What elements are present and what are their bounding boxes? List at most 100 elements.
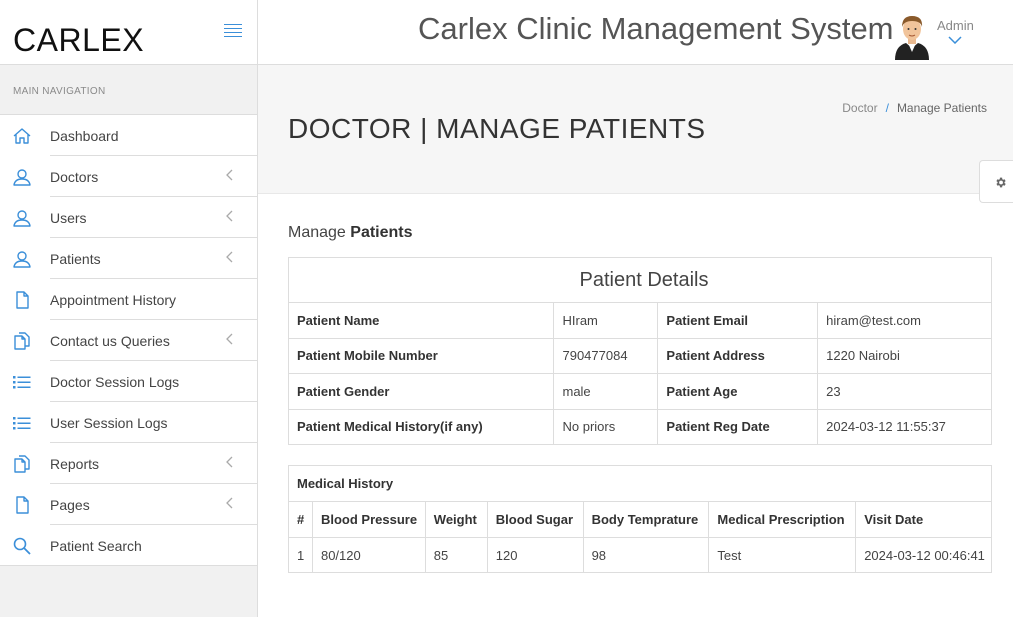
breadcrumb-current: Manage Patients	[896, 101, 987, 115]
field-label: Patient Age	[657, 373, 819, 410]
sidebar-item-reports[interactable]: Reports	[0, 443, 257, 484]
sidebar-item-doctor-session-logs[interactable]: Doctor Session Logs	[0, 361, 257, 402]
column-header: Visit Date	[855, 501, 992, 538]
field-label: Patient Mobile Number	[287, 337, 555, 374]
table-row: Patient Medical History(if any) No priors…	[287, 408, 992, 445]
patient-details-table: Patient Details Patient Name HIram Patient…	[287, 257, 992, 445]
sidebar-item-dashboard[interactable]: Dashboard	[0, 115, 257, 156]
files-icon	[12, 331, 32, 351]
field-value: male	[553, 373, 659, 410]
field-label: Patient Reg Date	[657, 408, 819, 445]
user-name[interactable]: Admin	[937, 18, 974, 33]
field-label: Patient Gender	[287, 373, 555, 410]
field-value: No priors	[553, 408, 659, 445]
sidebar: CARLEX MAIN NAVIGATION Dashboard Doctors U…	[0, 0, 258, 617]
sidebar-item-label: Users	[50, 210, 87, 226]
medical-history-caption: Medical History	[288, 465, 992, 502]
sidebar-item-label: Doctors	[50, 169, 99, 185]
field-label: Patient Address	[657, 337, 819, 374]
hamburger-menu-icon[interactable]	[224, 24, 242, 38]
settings-toggle[interactable]	[979, 160, 1013, 203]
field-label: Patient Name	[287, 302, 555, 339]
table-row: 1 80/120 85 120 98 Test 2024-03-12 00:46:41	[288, 537, 992, 573]
patient-details-caption: Patient Details	[288, 257, 992, 303]
sidebar-item-users[interactable]: Users	[0, 197, 257, 238]
user-icon	[12, 167, 32, 187]
search-icon	[12, 536, 32, 556]
column-header: Body Temprature	[582, 501, 710, 538]
table-header-row: # Blood Pressure Weight Blood Sugar Body Tem…	[288, 501, 992, 538]
sidebar-item-pages[interactable]: Pages	[0, 484, 257, 525]
user-icon	[12, 249, 32, 269]
sidebar-item-label: Pages	[50, 497, 90, 513]
breadcrumb: Doctor / Manage Patients	[842, 101, 987, 115]
list-icon	[12, 413, 32, 433]
sidebar-item-contact-us-queries[interactable]: Contact us Queries	[0, 320, 257, 361]
brand-logo[interactable]: CARLEX	[13, 22, 144, 59]
field-label: Patient Email	[657, 302, 819, 339]
column-header: Medical Prescription	[708, 501, 857, 538]
field-value: 1220 Nairobi	[817, 337, 992, 374]
table-cell: 2024-03-12 00:46:41	[855, 537, 992, 573]
sidebar-item-patients[interactable]: Patients	[0, 238, 257, 279]
nav-heading: MAIN NAVIGATION	[0, 65, 257, 115]
avatar[interactable]	[892, 10, 932, 60]
breadcrumb-separator: /	[885, 101, 889, 115]
sidebar-item-label: Patient Search	[50, 538, 142, 554]
column-header: #	[288, 501, 313, 538]
sidebar-item-doctors[interactable]: Doctors	[0, 156, 257, 197]
page-title: DOCTOR | MANAGE PATIENTS	[288, 113, 706, 144]
table-cell: 1	[288, 537, 313, 573]
column-header: Weight	[424, 501, 488, 538]
sidebar-item-patient-search[interactable]: Patient Search	[0, 525, 257, 566]
medical-history-table: Medical History # Blood Pressure Weight Blo…	[288, 465, 992, 573]
breadcrumb-doctor[interactable]: Doctor	[842, 101, 877, 115]
table-caption-row: Patient Details	[288, 257, 992, 303]
brand-bar: CARLEX	[0, 0, 257, 65]
sidebar-item-label: Dashboard	[50, 128, 119, 144]
table-caption-row: Medical History	[288, 465, 992, 502]
column-header: Blood Pressure	[311, 501, 426, 538]
nav-list: Dashboard Doctors Users Patients Appointment…	[0, 115, 257, 566]
table-row: Patient Name HIram Patient Email hiram@test…	[287, 302, 992, 339]
sidebar-item-label: User Session Logs	[50, 415, 168, 431]
list-icon	[12, 372, 32, 392]
user-icon	[12, 208, 32, 228]
file-icon	[12, 290, 32, 310]
column-header: Blood Sugar	[486, 501, 584, 538]
chevron-left-icon	[224, 168, 234, 182]
sidebar-item-label: Doctor Session Logs	[50, 374, 180, 390]
table-cell: Test	[708, 537, 857, 573]
table-cell: 80/120	[311, 537, 426, 573]
section-heading: Manage Patients	[288, 224, 413, 242]
chevron-left-icon	[224, 250, 234, 264]
field-value: hiram@test.com	[817, 302, 992, 339]
top-header: Carlex Clinic Management System Admin	[258, 0, 1013, 65]
chevron-left-icon	[224, 455, 234, 469]
table-row: Patient Mobile Number 790477084 Patient Ad…	[287, 337, 992, 374]
section-heading-prefix: Manage	[288, 224, 346, 241]
chevron-left-icon	[224, 332, 234, 346]
table-cell: 98	[582, 537, 710, 573]
sidebar-item-appointment-history[interactable]: Appointment History	[0, 279, 257, 320]
page-header: DOCTOR | MANAGE PATIENTS Doctor / Manage P…	[258, 65, 1013, 194]
field-value: HIram	[553, 302, 659, 339]
table-row: Patient Gender male Patient Age 23	[287, 373, 992, 410]
files-icon	[12, 454, 32, 474]
section-heading-strong: Patients	[350, 224, 413, 241]
sidebar-item-label: Contact us Queries	[50, 333, 170, 349]
gear-icon	[996, 177, 1006, 188]
chevron-left-icon	[224, 209, 234, 223]
chevron-down-icon[interactable]	[948, 36, 962, 44]
sidebar-item-user-session-logs[interactable]: User Session Logs	[0, 402, 257, 443]
divider	[0, 565, 257, 566]
home-icon	[12, 126, 32, 146]
sidebar-item-label: Patients	[50, 251, 101, 267]
app-title: Carlex Clinic Management System	[418, 11, 894, 46]
field-value: 790477084	[553, 337, 659, 374]
sidebar-item-label: Reports	[50, 456, 100, 472]
field-value: 23	[817, 373, 992, 410]
table-cell: 120	[486, 537, 584, 573]
sidebar-item-label: Appointment History	[50, 292, 177, 308]
field-label: Patient Medical History(if any)	[287, 408, 555, 445]
